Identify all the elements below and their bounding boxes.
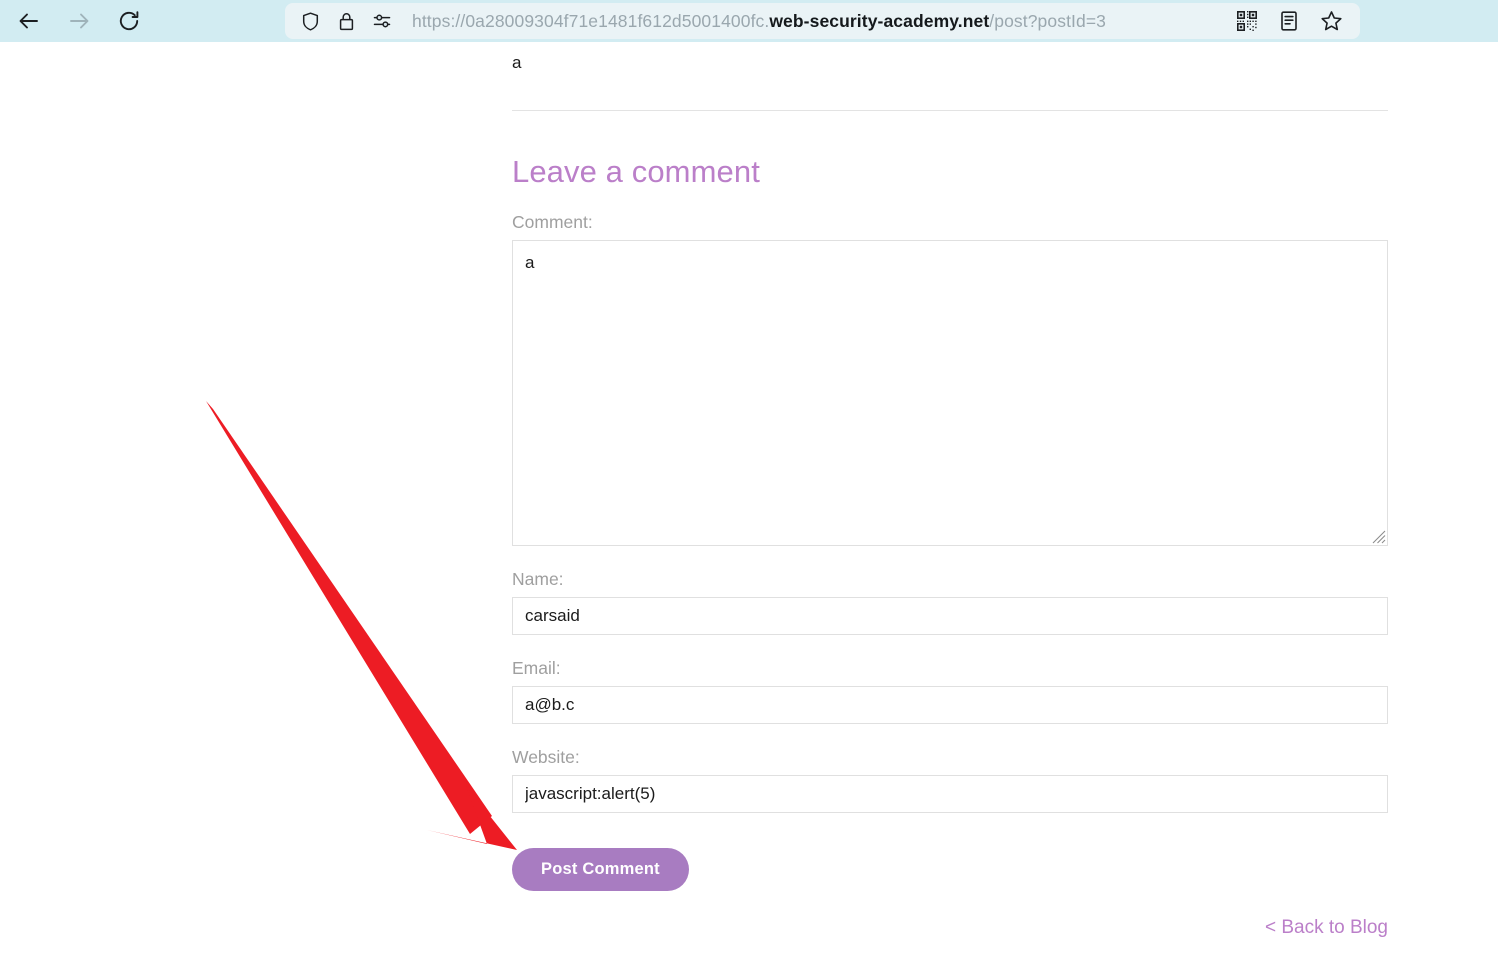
qr-code-icon[interactable]: [1234, 8, 1260, 34]
back-link-row: < Back to Blog: [512, 917, 1388, 939]
name-field-label: Name:: [512, 569, 564, 589]
reader-view-icon[interactable]: [1276, 8, 1302, 34]
email-field-label: Email:: [512, 658, 561, 678]
padlock-icon[interactable]: [336, 10, 356, 32]
comment-input[interactable]: [512, 240, 1388, 546]
website-field-label: Website:: [512, 747, 580, 767]
address-bar[interactable]: https://0a28009304f71e1481f612d5001400fc…: [285, 3, 1360, 39]
arrow-left-icon: [17, 9, 41, 33]
post-comment-button[interactable]: Post Comment: [512, 848, 689, 891]
site-permissions-icon[interactable]: [372, 10, 392, 32]
bookmark-star-icon[interactable]: [1318, 8, 1344, 34]
url-path: /post?postId=3: [989, 10, 1106, 31]
reload-button[interactable]: [114, 6, 144, 36]
comment-textarea-wrap: [512, 240, 1388, 546]
section-divider: [512, 110, 1388, 111]
name-input[interactable]: [512, 597, 1388, 635]
comment-field-label: Comment:: [512, 212, 593, 232]
address-bar-left-icons: [285, 10, 392, 32]
reload-icon: [117, 9, 141, 33]
back-to-blog-link[interactable]: < Back to Blog: [1265, 917, 1388, 938]
arrow-right-icon: [67, 9, 91, 33]
comment-form-column: a Leave a comment Comment: Name: Email: …: [512, 42, 1388, 939]
shield-icon[interactable]: [300, 10, 320, 32]
address-bar-right-icons: [1234, 8, 1360, 34]
page-title: Leave a comment: [512, 154, 760, 189]
previous-comment-text: a: [512, 53, 522, 72]
website-input[interactable]: [512, 775, 1388, 813]
url-prefix: https://0a28009304f71e1481f612d5001400fc…: [412, 10, 770, 31]
page-content: a Leave a comment Comment: Name: Email: …: [0, 42, 1498, 960]
url-host: web-security-academy.net: [769, 10, 990, 31]
back-button[interactable]: [14, 6, 44, 36]
browser-toolbar: https://0a28009304f71e1481f612d5001400fc…: [0, 0, 1498, 42]
email-input[interactable]: [512, 686, 1388, 724]
forward-button[interactable]: [64, 6, 94, 36]
navigation-buttons: [0, 6, 144, 36]
url-input[interactable]: https://0a28009304f71e1481f612d5001400fc…: [412, 11, 1234, 32]
